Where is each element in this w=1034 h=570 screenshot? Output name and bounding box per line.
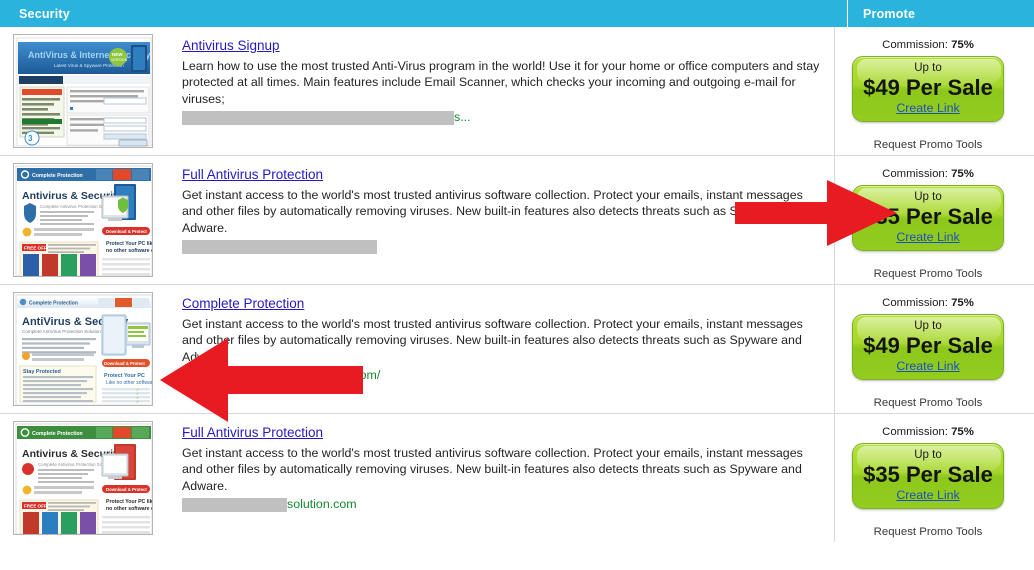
commission-text: Commission: [882, 168, 948, 180]
commission-text: Commission: [882, 297, 948, 309]
svg-text:Complete Protection: Complete Protection [32, 431, 83, 437]
svg-text:VERSION: VERSION [111, 58, 128, 62]
create-link-button[interactable]: Create Link [896, 359, 959, 373]
offers-list: AntiVirus & Internet Security Latest Vir… [0, 27, 1034, 542]
redacted-url-bar [182, 239, 377, 254]
offer-url-line [182, 239, 820, 254]
svg-text:Complete Protection: Complete Protection [32, 173, 83, 179]
commission-label: Commission: 75% [882, 297, 974, 309]
offer-row: Complete Protection Antivirus & Security… [0, 414, 1034, 542]
request-promo-tools-link[interactable]: Request Promo Tools [874, 139, 983, 151]
offer-row: AntiVirus & Internet Security Latest Vir… [0, 27, 1034, 156]
svg-text:Complete Protection: Complete Protection [29, 301, 78, 307]
offer-title-link[interactable]: Full Antivirus Protection [182, 167, 323, 182]
per-sale-amount: $49 Per Sale [863, 75, 993, 100]
full-antivirus-protection-site-thumbnail[interactable]: Complete Protection Antivirus & Security… [13, 163, 153, 277]
per-sale-button[interactable]: Up to $49 Per Sale Create Link [852, 314, 1004, 380]
offer-promote-cell: Commission: 75% Up to $35 Per Sale Creat… [834, 414, 1021, 542]
offer-description-cell: Full Antivirus Protection Get instant ac… [170, 414, 834, 542]
request-promo-tools-link[interactable]: Request Promo Tools [874, 526, 983, 538]
request-promo-tools-link[interactable]: Request Promo Tools [874, 268, 983, 280]
up-to-label: Up to [914, 320, 942, 332]
offer-url-line: .com/ [182, 368, 820, 383]
complete-protection-site-thumbnail[interactable]: Complete Protection AntiVirus & Security… [13, 292, 153, 406]
offer-url-line: solution.com [182, 497, 820, 512]
offer-thumbnail-cell: Complete Protection Antivirus & Security… [0, 414, 170, 542]
commission-label: Commission: 75% [882, 426, 974, 438]
svg-text:Protect Your PC: Protect Your PC [104, 373, 145, 379]
commission-label: Commission: 75% [882, 39, 974, 51]
up-to-label: Up to [914, 191, 942, 203]
offer-thumbnail-cell: AntiVirus & Internet Security Latest Vir… [0, 27, 170, 155]
table-header: Security Promote [0, 0, 1034, 27]
column-header-security: Security [19, 6, 70, 21]
commission-value: 75% [951, 426, 974, 438]
offer-title-link[interactable]: Complete Protection [182, 296, 304, 311]
redacted-url-bar [182, 368, 350, 383]
create-link-button[interactable]: Create Link [896, 101, 959, 115]
svg-text:Download & Protect: Download & Protect [106, 487, 147, 492]
commission-value: 75% [951, 39, 974, 51]
antivirus-signup-site-thumbnail[interactable]: AntiVirus & Internet Security Latest Vir… [13, 34, 153, 148]
redacted-url-bar [182, 110, 454, 125]
offer-promote-cell: Commission: 75% Up to $35 Per Sale Creat… [834, 156, 1021, 284]
offer-description-text: Learn how to use the most trusted Anti-V… [182, 59, 820, 106]
svg-text:Download & Protect: Download & Protect [104, 361, 145, 366]
offer-description-cell: Antivirus Signup Learn how to use the mo… [170, 27, 834, 155]
per-sale-amount: $35 Per Sale [863, 204, 993, 229]
offer-description-cell: Complete Protection Get instant access t… [170, 285, 834, 413]
request-promo-tools-link[interactable]: Request Promo Tools [874, 397, 983, 409]
offer-url-suffix: .com/ [350, 368, 381, 383]
create-link-button[interactable]: Create Link [896, 488, 959, 502]
svg-text:NEW: NEW [112, 52, 123, 57]
offer-thumbnail-cell: Complete Protection Antivirus & Security… [0, 156, 170, 284]
up-to-label: Up to [914, 449, 942, 461]
commission-value: 75% [951, 297, 974, 309]
commission-text: Commission: [882, 426, 948, 438]
commission-text: Commission: [882, 39, 948, 51]
svg-text:Complete AntiVirus Protection: Complete AntiVirus Protection Solution [22, 329, 101, 334]
offer-title-link[interactable]: Full Antivirus Protection [182, 425, 323, 440]
commission-value: 75% [951, 168, 974, 180]
svg-text:Download & Protect: Download & Protect [106, 229, 147, 234]
per-sale-button[interactable]: Up to $35 Per Sale Create Link [852, 443, 1004, 509]
offer-title-link[interactable]: Antivirus Signup [182, 38, 280, 53]
offer-row: Complete Protection AntiVirus & Security… [0, 285, 1034, 414]
per-sale-button[interactable]: Up to $35 Per Sale Create Link [852, 185, 1004, 251]
per-sale-amount: $49 Per Sale [863, 333, 993, 358]
offer-url-line: s... [182, 110, 820, 125]
full-antivirus-protection-green-site-thumbnail[interactable]: Complete Protection Antivirus & Security… [13, 421, 153, 535]
up-to-label: Up to [914, 62, 942, 74]
offer-url-suffix: solution.com [287, 497, 357, 512]
svg-text:Protect Your PC like: Protect Your PC like [106, 499, 153, 505]
offer-thumbnail-cell: Complete Protection AntiVirus & Security… [0, 285, 170, 413]
offer-promote-cell: Commission: 75% Up to $49 Per Sale Creat… [834, 285, 1021, 413]
per-sale-amount: $35 Per Sale [863, 462, 993, 487]
affiliate-offers-page: Security Promote AntiVirus & Internet Se… [0, 0, 1034, 570]
offer-description-text: Get instant access to the world's most t… [182, 446, 803, 493]
create-link-button[interactable]: Create Link [896, 230, 959, 244]
column-header-promote: Promote [847, 0, 1034, 27]
svg-text:no other software can!: no other software can! [106, 506, 153, 512]
offer-url-suffix: s... [454, 110, 471, 125]
redacted-url-bar [182, 497, 287, 512]
offer-promote-cell: Commission: 75% Up to $49 Per Sale Creat… [834, 27, 1021, 155]
svg-text:Like no other software can!: Like no other software can! [106, 380, 153, 386]
svg-text:Stay Protected: Stay Protected [23, 369, 61, 375]
svg-text:no other software can!: no other software can! [106, 248, 153, 254]
svg-text:Protect Your PC like: Protect Your PC like [106, 241, 153, 247]
offer-description-text: Get instant access to the world's most t… [182, 317, 803, 364]
offer-row: Complete Protection Antivirus & Security… [0, 156, 1034, 285]
svg-text:3: 3 [28, 134, 33, 143]
per-sale-button[interactable]: Up to $49 Per Sale Create Link [852, 56, 1004, 122]
offer-description-text: Get instant access to the world's most t… [182, 188, 803, 235]
commission-label: Commission: 75% [882, 168, 974, 180]
offer-description-cell: Full Antivirus Protection Get instant ac… [170, 156, 834, 284]
svg-text:✓: ✓ [136, 399, 139, 404]
